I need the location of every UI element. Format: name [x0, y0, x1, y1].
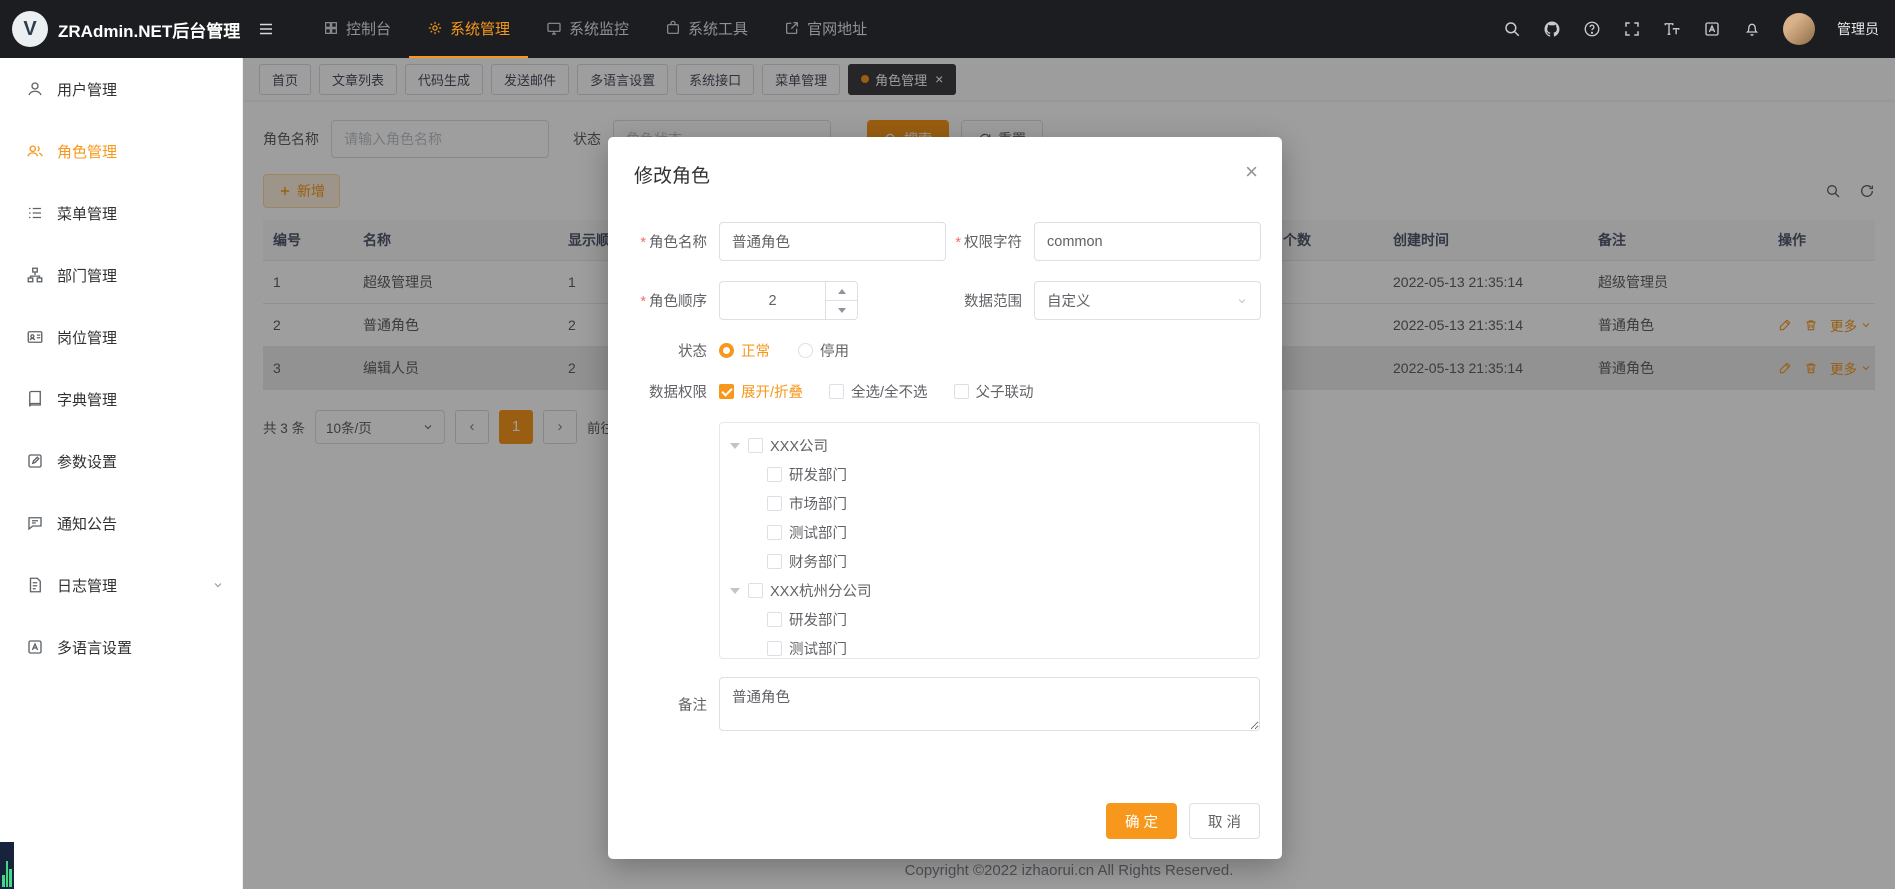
checkbox-icon[interactable] [767, 554, 782, 569]
tree-node[interactable]: 测试部门 [720, 634, 1259, 659]
search-icon[interactable] [1503, 20, 1521, 38]
caret-down-icon[interactable] [728, 438, 742, 454]
id-badge-icon [26, 328, 44, 346]
sidebar-item-languages[interactable]: 多语言设置 [0, 616, 242, 678]
tree-node[interactable]: XXX公司 [720, 431, 1259, 460]
external-link-icon [784, 20, 800, 36]
fullscreen-icon[interactable] [1623, 20, 1641, 38]
language-icon[interactable] [1703, 20, 1721, 38]
checkbox-expand-collapse[interactable]: 展开/折叠 [719, 381, 803, 402]
sidebar-item-posts[interactable]: 岗位管理 [0, 306, 242, 368]
sidebar-item-menus[interactable]: 菜单管理 [0, 182, 242, 244]
top-nav: 控制台 系统管理 系统监控 系统工具 官网地址 [305, 0, 885, 58]
nav-system-monitor[interactable]: 系统监控 [528, 0, 647, 58]
stepper-up-button[interactable] [826, 282, 857, 301]
checkbox-icon[interactable] [748, 583, 763, 598]
font-size-icon[interactable] [1663, 20, 1681, 38]
tree-node[interactable]: 财务部门 [720, 547, 1259, 576]
tree-node[interactable]: 研发部门 [720, 605, 1259, 634]
top-header: V ZRAdmin.NET后台管理 控制台 系统管理 系统监控 系统工具 官网地… [0, 0, 1895, 58]
checkbox-icon[interactable] [767, 525, 782, 540]
sidebar-item-roles[interactable]: 角色管理 [0, 120, 242, 182]
checkbox-icon [954, 384, 969, 399]
sidebar-item-users[interactable]: 用户管理 [0, 58, 242, 120]
book-icon [26, 390, 44, 408]
avatar[interactable] [1783, 13, 1815, 45]
monitor-widget[interactable] [0, 842, 14, 889]
stepper-down-button[interactable] [826, 301, 857, 319]
header-actions: 管理员 [1503, 13, 1895, 45]
github-icon[interactable] [1543, 20, 1561, 38]
nav-system-tools[interactable]: 系统工具 [647, 0, 766, 58]
cancel-button[interactable]: 取 消 [1189, 803, 1260, 839]
edit-square-icon [26, 452, 44, 470]
checkbox-icon[interactable] [767, 467, 782, 482]
role-order-label: *角色顺序 [608, 290, 719, 311]
sidebar-item-notices[interactable]: 通知公告 [0, 492, 242, 554]
data-scope-select[interactable]: 自定义 [1034, 281, 1261, 320]
close-icon[interactable]: × [1245, 161, 1258, 183]
nav-system-manage[interactable]: 系统管理 [409, 0, 528, 58]
perm-char-input[interactable] [1034, 222, 1261, 261]
tree-node[interactable]: XXX杭州分公司 [720, 576, 1259, 605]
sidebar-item-dicts[interactable]: 字典管理 [0, 368, 242, 430]
sidebar-item-params[interactable]: 参数设置 [0, 430, 242, 492]
menu-list-icon [26, 204, 44, 222]
language-icon [26, 638, 44, 656]
dialog-title: 修改角色 [634, 161, 710, 188]
data-scope-label: 数据范围 [946, 290, 1034, 311]
toolbox-icon [665, 20, 681, 36]
sidebar: 用户管理 角色管理 菜单管理 部门管理 岗位管理 字典管理 参数设置 通知公告 … [0, 58, 243, 889]
checkbox-icon [719, 384, 734, 399]
chevron-down-icon [212, 579, 224, 591]
username[interactable]: 管理员 [1837, 19, 1879, 39]
data-perm-label: 数据权限 [608, 381, 719, 402]
radio-dot [719, 343, 734, 358]
org-tree-icon [26, 266, 44, 284]
monitor-icon [546, 20, 562, 36]
sidebar-item-depts[interactable]: 部门管理 [0, 244, 242, 306]
checkbox-icon [829, 384, 844, 399]
log-file-icon [26, 576, 44, 594]
edit-role-dialog: 修改角色 × *角色名称 *权限字符 *角色顺序 2 数据范围 [608, 137, 1282, 859]
chevron-down-icon [1236, 295, 1248, 307]
checkbox-icon[interactable] [767, 641, 782, 656]
nav-website[interactable]: 官网地址 [766, 0, 885, 58]
status-label: 状态 [608, 340, 719, 361]
caret-down-icon[interactable] [728, 583, 742, 599]
user-icon [26, 80, 44, 98]
confirm-button[interactable]: 确 定 [1106, 803, 1177, 839]
nav-console[interactable]: 控制台 [305, 0, 409, 58]
dashboard-icon [323, 20, 339, 36]
tree-node[interactable]: 市场部门 [720, 489, 1259, 518]
remark-label: 备注 [608, 694, 719, 715]
app-title: ZRAdmin.NET后台管理 [58, 17, 240, 42]
tree-node[interactable]: 测试部门 [720, 518, 1259, 547]
radio-status-disabled[interactable]: 停用 [798, 340, 849, 361]
bell-icon[interactable] [1743, 20, 1761, 38]
checkbox-icon[interactable] [767, 612, 782, 627]
tree-node[interactable]: 研发部门 [720, 460, 1259, 489]
gear-icon [427, 20, 443, 36]
checkbox-icon[interactable] [767, 496, 782, 511]
help-icon[interactable] [1583, 20, 1601, 38]
dept-tree: XXX公司 研发部门 市场部门 测试部门 财务部门 [719, 422, 1260, 659]
role-order-stepper[interactable]: 2 [719, 281, 858, 320]
hamburger-icon[interactable] [257, 20, 275, 38]
checkbox-parent-child-link[interactable]: 父子联动 [954, 381, 1034, 402]
app-logo[interactable]: V ZRAdmin.NET后台管理 [0, 11, 243, 47]
message-icon [26, 514, 44, 532]
remark-textarea[interactable]: 普通角色 [719, 677, 1260, 731]
logo-icon: V [12, 11, 48, 47]
role-name-input[interactable] [719, 222, 946, 261]
checkbox-select-all[interactable]: 全选/全不选 [829, 381, 928, 402]
perm-char-label: *权限字符 [946, 231, 1034, 252]
role-name-label: *角色名称 [608, 231, 719, 252]
radio-dot [798, 343, 813, 358]
radio-status-normal[interactable]: 正常 [719, 340, 770, 361]
sidebar-item-logs[interactable]: 日志管理 [0, 554, 242, 616]
checkbox-icon[interactable] [748, 438, 763, 453]
roles-icon [26, 142, 44, 160]
